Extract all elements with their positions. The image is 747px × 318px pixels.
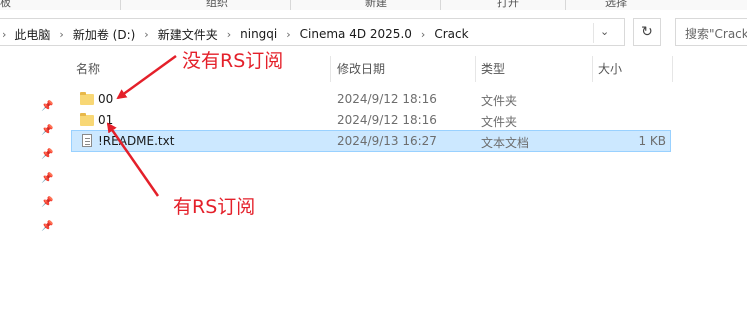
annotation-arrow [116,54,177,100]
annotation-arrows [106,54,177,197]
annotation-top: 没有RS订阅 [182,50,284,72]
annotation-arrow [106,122,160,197]
annotation-bottom: 有RS订阅 [173,196,256,218]
